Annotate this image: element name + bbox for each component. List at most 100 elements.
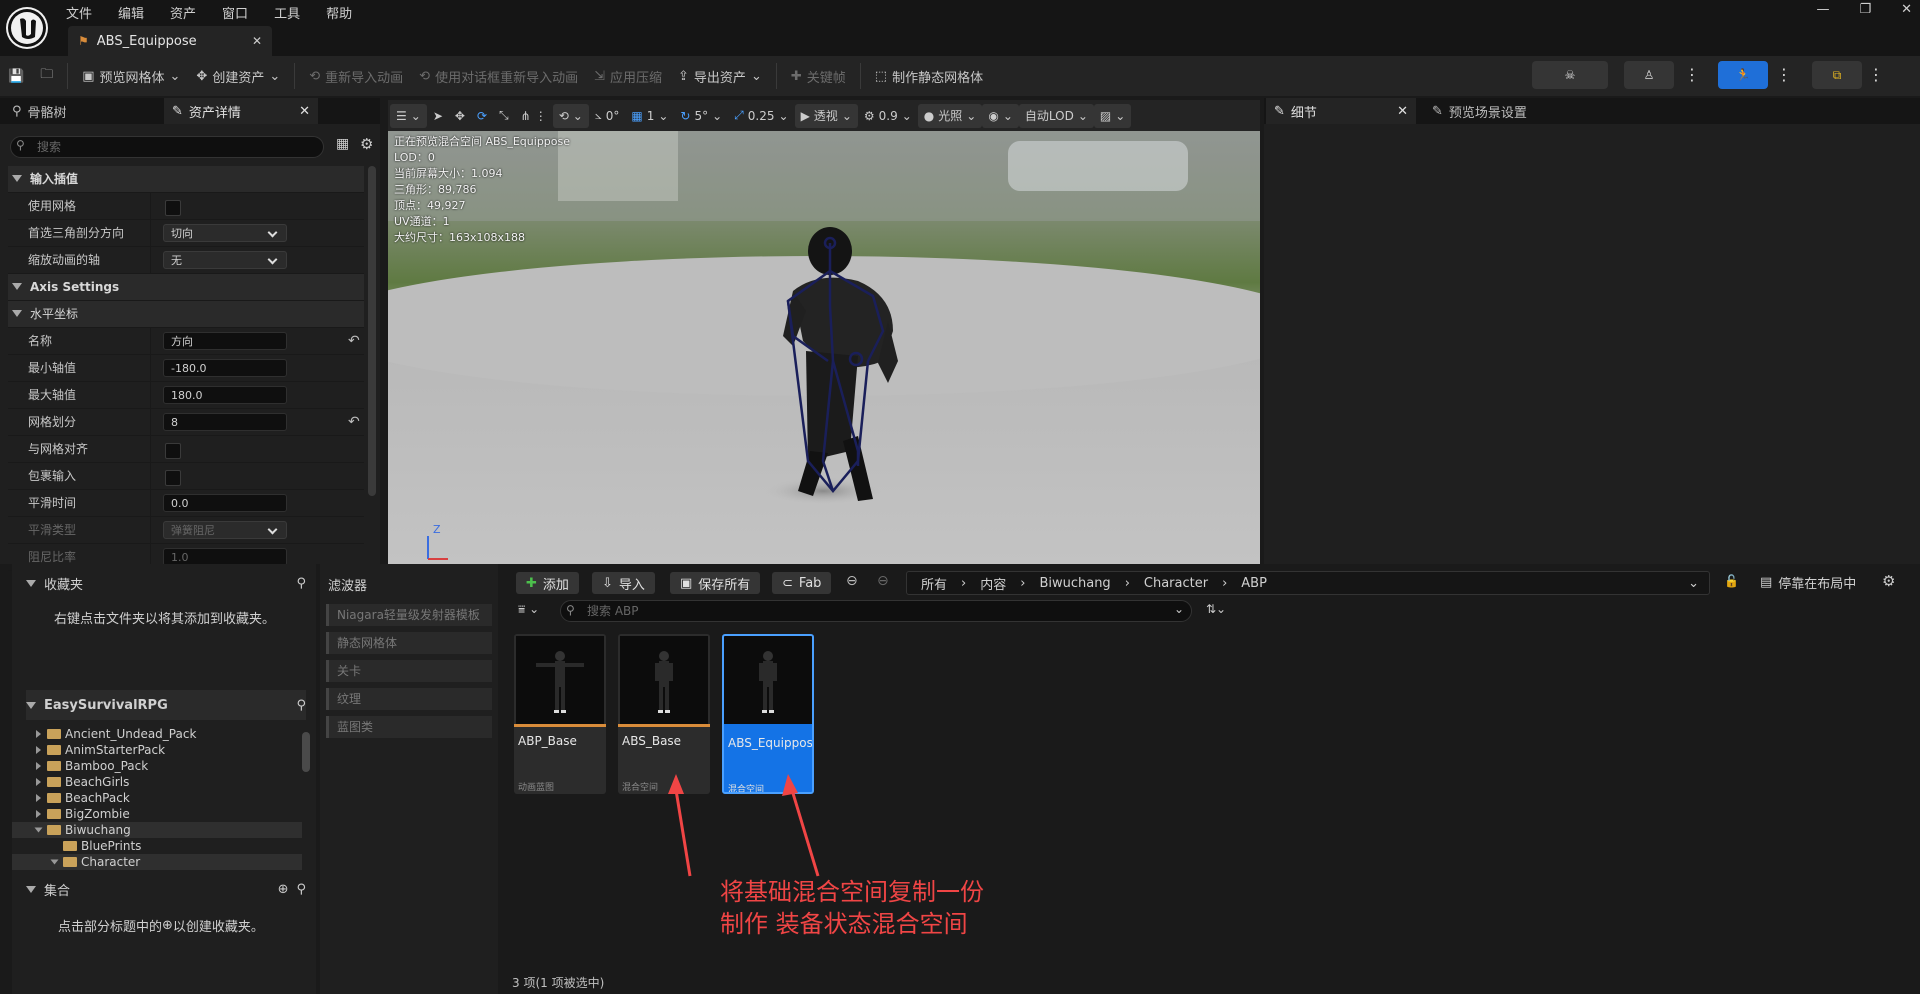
property-input[interactable]: 方向: [163, 332, 287, 350]
property-dropdown[interactable]: 弹簧阻尼: [163, 521, 287, 539]
property-row[interactable]: 网格划分 8 ↶: [8, 409, 364, 436]
angle-snap-button[interactable]: ↻ 5° ⌄: [674, 100, 728, 131]
tree-folder[interactable]: Bamboo_Pack: [12, 758, 302, 774]
chevron-down-icon[interactable]: [34, 827, 43, 833]
lock-icon[interactable]: 🔓: [1724, 574, 1739, 588]
filter-icon[interactable]: ⩸ ⌄: [518, 602, 539, 617]
perspective-button[interactable]: ▶ 透视 ⌄: [794, 103, 858, 128]
property-row[interactable]: 平滑时间 0.0: [8, 490, 364, 517]
chevron-right-icon[interactable]: [36, 794, 41, 802]
tab-skeleton-tree[interactable]: ⚲ 骨骼树: [4, 98, 75, 124]
document-tab[interactable]: ⚑ ABS_Equippose ✕: [68, 26, 272, 56]
details-scrollbar[interactable]: [368, 166, 376, 496]
gear-icon[interactable]: ⚙: [360, 135, 373, 153]
close-icon[interactable]: ✕: [252, 34, 262, 48]
menu-asset[interactable]: 资产: [170, 3, 196, 22]
favorites-header[interactable]: 收藏夹 ⚲: [26, 568, 306, 598]
filter-item[interactable]: 蓝图类: [326, 716, 492, 738]
make-static-mesh-button[interactable]: ⬚ 制作静态网格体: [867, 56, 991, 96]
create-asset-button[interactable]: ✥ 创建资产 ⌄: [188, 56, 288, 96]
asset-search-input[interactable]: 搜索 ABP: [560, 600, 1192, 622]
import-button[interactable]: ⇩ 导入: [592, 572, 655, 594]
property-row[interactable]: 水平坐标: [8, 301, 364, 328]
chevron-down-icon[interactable]: ⌄: [1174, 602, 1184, 616]
select-tool-button[interactable]: ➤: [427, 100, 449, 131]
lod-button[interactable]: 自动LOD ⌄: [1018, 103, 1094, 128]
table-view-icon[interactable]: ▦: [336, 136, 349, 152]
property-input[interactable]: 180.0: [163, 386, 287, 404]
gear-icon[interactable]: ⚙: [1882, 572, 1895, 590]
tree-folder[interactable]: Biwuchang: [12, 822, 302, 838]
property-checkbox[interactable]: [165, 443, 181, 459]
property-row[interactable]: 最小轴值 -180.0: [8, 355, 364, 382]
menu-window[interactable]: 窗口: [222, 3, 248, 22]
tab-asset-details[interactable]: ✎ 资产详情 ✕: [164, 98, 318, 124]
more-icon[interactable]: ⋮: [1776, 61, 1792, 89]
browse-button[interactable]: 🗀: [32, 56, 61, 96]
collections-header[interactable]: 集合 ⊕ ⚲: [26, 874, 306, 904]
tree-folder[interactable]: BeachGirls: [12, 774, 302, 790]
property-checkbox[interactable]: [165, 470, 181, 486]
back-icon[interactable]: ⊖: [846, 573, 858, 589]
tab-preview-scene[interactable]: ✎ 预览场景设置: [1424, 98, 1535, 124]
filter-item[interactable]: 关卡: [326, 660, 492, 682]
chevron-right-icon[interactable]: [36, 778, 41, 786]
filter-item[interactable]: 静态网格体: [326, 632, 492, 654]
property-input[interactable]: -180.0: [163, 359, 287, 377]
chevron-down-icon[interactable]: ⌄: [1688, 576, 1699, 591]
menu-file[interactable]: 文件: [66, 3, 92, 22]
close-icon[interactable]: ✕: [1397, 104, 1408, 119]
property-row[interactable]: 平滑类型 弹簧阻尼: [8, 517, 364, 544]
rotation-snap-button[interactable]: ⟲ ⌄: [552, 103, 589, 128]
menu-help[interactable]: 帮助: [326, 3, 352, 22]
details-search-input[interactable]: 搜索: [10, 136, 324, 158]
chevron-down-icon[interactable]: [50, 859, 59, 865]
property-row[interactable]: 首选三角剖分方向 切向: [8, 220, 364, 247]
tree-folder[interactable]: BeachPack: [12, 790, 302, 806]
breadcrumb-content[interactable]: 内容: [980, 574, 1006, 593]
scale-snap-button[interactable]: ⤢ 0.25 ⌄: [728, 100, 794, 131]
more-icon[interactable]: ⋮: [1868, 61, 1884, 89]
breadcrumb-biwuchang[interactable]: Biwuchang: [1039, 576, 1110, 591]
rotate-tool-button[interactable]: ⟳: [471, 100, 493, 131]
project-header[interactable]: EasySurvivalRPG ⚲: [26, 690, 306, 720]
breadcrumb-character[interactable]: Character: [1144, 576, 1208, 591]
tree-folder[interactable]: BluePrints: [12, 838, 302, 854]
dock-in-layout-button[interactable]: ▤ 停靠在布局中: [1760, 573, 1856, 592]
property-row[interactable]: 使用网格: [8, 193, 364, 220]
property-row[interactable]: 与网格对齐: [8, 436, 364, 463]
sort-icon[interactable]: ⇅⌄: [1206, 602, 1226, 616]
animation-mode-button[interactable]: 🏃: [1718, 61, 1768, 89]
property-row[interactable]: 缩放动画的轴 无: [8, 247, 364, 274]
tree-folder[interactable]: Ancient_Undead_Pack: [12, 726, 302, 742]
unreal-logo-icon[interactable]: [6, 7, 48, 49]
grid-snap-button[interactable]: ▦ 1 ⌄: [625, 100, 674, 131]
property-dropdown[interactable]: 切向: [163, 224, 287, 242]
camera-speed-button[interactable]: ⚙ 0.9 ⌄: [858, 100, 918, 131]
property-row[interactable]: 包裹输入: [8, 463, 364, 490]
add-button[interactable]: ✚ 添加: [516, 572, 579, 594]
property-checkbox[interactable]: [165, 200, 181, 216]
chevron-right-icon[interactable]: [36, 746, 41, 754]
fab-button[interactable]: ⊂ Fab: [772, 572, 832, 594]
property-row[interactable]: 名称 方向 ↶: [8, 328, 364, 355]
breadcrumb-all[interactable]: 所有: [921, 574, 947, 593]
chevron-right-icon[interactable]: [36, 762, 41, 770]
save-button[interactable]: 💾: [0, 56, 32, 96]
chevron-right-icon[interactable]: [36, 810, 41, 818]
apply-compression-button[interactable]: ⇲ 应用压缩: [586, 56, 670, 96]
chevron-down-icon[interactable]: [12, 310, 22, 317]
filter-item[interactable]: Niagara轻量级发射器模板: [326, 604, 492, 626]
reset-to-default-icon[interactable]: ↶: [348, 333, 360, 349]
asset-tile[interactable]: ABP_Base 动画蓝图: [514, 634, 606, 794]
tree-folder[interactable]: AnimStarterPack: [12, 742, 302, 758]
more-icon[interactable]: ⋮: [1684, 61, 1700, 89]
reset-to-default-icon[interactable]: ↶: [348, 414, 360, 430]
scale-tool-button[interactable]: ⤡: [493, 100, 515, 131]
reimport-anim-button[interactable]: ⟲ 重新导入动画: [301, 56, 411, 96]
property-row[interactable]: 输入插值: [8, 166, 364, 193]
breadcrumb-abp[interactable]: ABP: [1241, 576, 1267, 591]
keyframe-button[interactable]: ✚ 关键帧: [783, 56, 854, 96]
search-icon[interactable]: ⚲: [296, 882, 306, 897]
property-row[interactable]: Axis Settings: [8, 274, 364, 301]
